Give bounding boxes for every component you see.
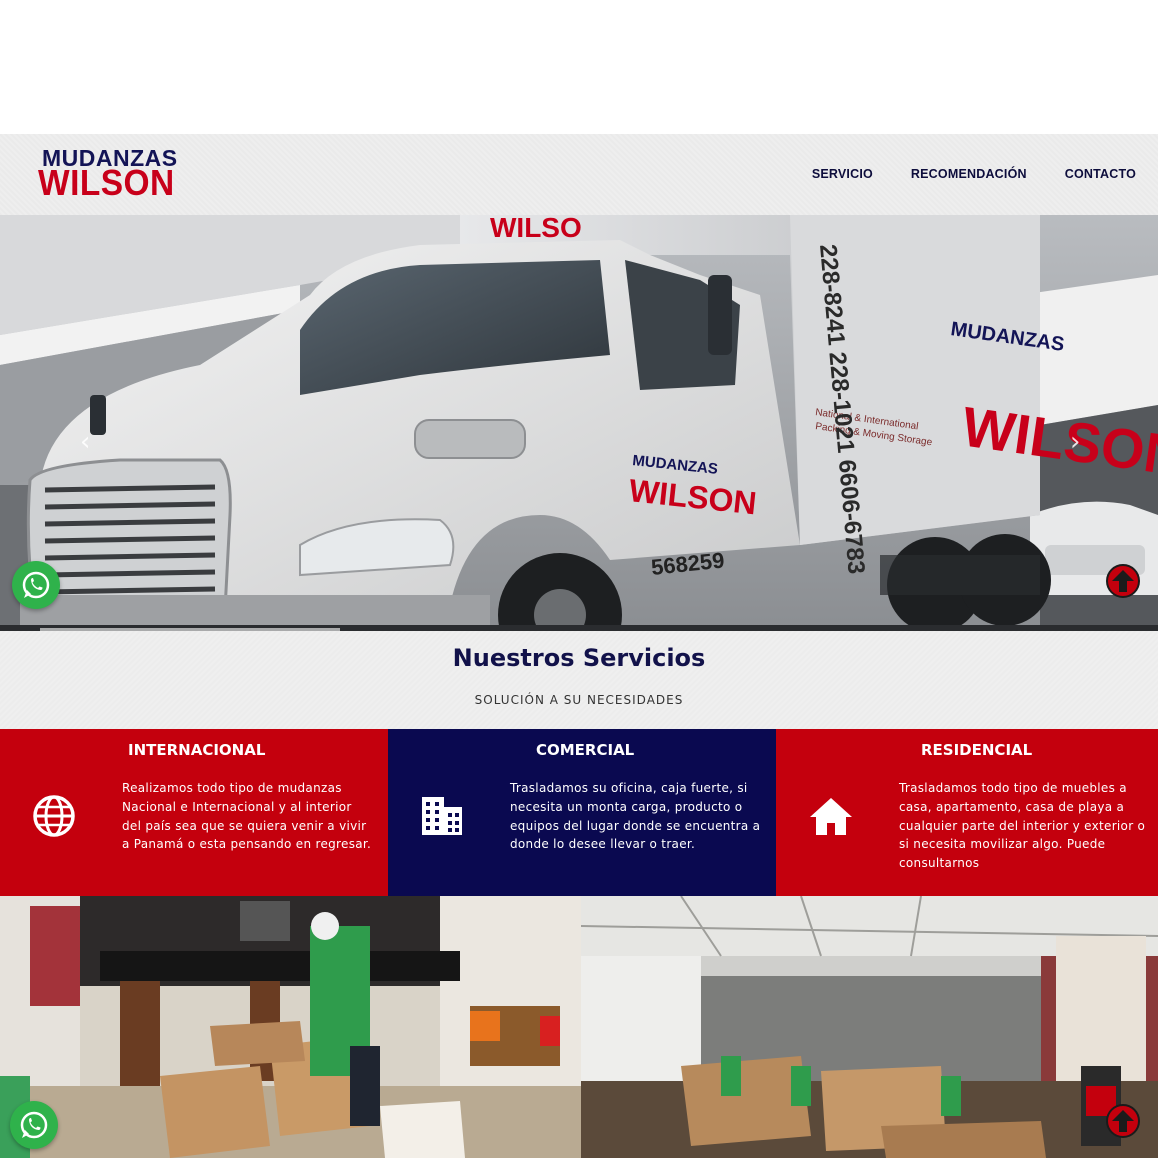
globe-icon: [33, 795, 75, 837]
page: MUDANZAS WILSON SERVICIO RECOMENDACIÓN C…: [0, 0, 1158, 1158]
card-text-line: Trasladamos todo tipo de muebles a: [899, 781, 1127, 795]
service-card-comercial: COMERCIAL Trasladamos su oficina, caja f…: [388, 729, 776, 896]
scroll-top-button-bottom[interactable]: [1106, 1104, 1140, 1138]
logo[interactable]: MUDANZAS WILSON: [38, 146, 208, 202]
services-subtitle: SOLUCIÓN A SU NECESIDADES: [474, 693, 684, 707]
arrow-up-icon: [1112, 1110, 1134, 1132]
whatsapp-icon: [20, 1111, 48, 1139]
card-text-line: cualquier parte del interior y exterior …: [899, 818, 1146, 833]
card-text-line: a Panamá o esta pensando en regresar.: [122, 837, 372, 852]
card-text-line: equipos del lugar donde se encuentra a: [510, 818, 761, 833]
main-nav: SERVICIO RECOMENDACIÓN CONTACTO: [812, 167, 1136, 181]
card-description: Trasladamos todo tipo de muebles a casa,…: [899, 779, 1145, 873]
hero-slider[interactable]: WILSON MUDANZAS National & International…: [0, 215, 1158, 631]
whatsapp-button[interactable]: [12, 561, 60, 609]
logo-bottom-text: WILSON: [38, 162, 175, 203]
svg-text:WILSO: WILSO: [490, 215, 582, 243]
card-text-line: casa, apartamento, casa de playa a: [899, 799, 1125, 814]
arrow-up-icon: [1112, 570, 1134, 592]
scroll-top-button[interactable]: [1106, 564, 1140, 598]
card-text-line: Realizamos todo tipo de mudanzas: [122, 781, 342, 795]
photo-commercial-move: [581, 896, 1158, 1158]
card-description: Realizamos todo tipo de mudanzas Naciona…: [122, 779, 371, 854]
card-text-line: consultarnos: [899, 856, 980, 871]
nav-item-servicio[interactable]: SERVICIO: [812, 167, 873, 181]
card-text-line: del país sea que se quiera venir a vivir: [122, 818, 367, 833]
services-section-header: Nuestros Servicios SOLUCIÓN A SU NECESID…: [0, 631, 1158, 729]
hero-truck-image: WILSON MUDANZAS National & International…: [0, 215, 1158, 631]
site-header: MUDANZAS WILSON SERVICIO RECOMENDACIÓN C…: [0, 134, 1158, 215]
service-card-internacional: INTERNACIONAL Realizamos todo tipo de mu…: [0, 729, 388, 896]
whatsapp-icon: [22, 571, 50, 599]
card-title: COMERCIAL: [536, 741, 635, 759]
card-text-line: necesita un monta carga, producto o: [510, 799, 743, 814]
photo-residential-packing: [0, 896, 581, 1158]
card-text-line: Nacional e Internacional y al interior: [122, 799, 352, 814]
service-card-residencial: RESIDENCIAL Trasladamos todo tipo de mue…: [776, 729, 1158, 896]
card-text-line: si necesita movilizar algo. Puede: [899, 837, 1106, 852]
card-text-line: donde lo desee llevar o traer.: [510, 837, 696, 852]
whatsapp-button-bottom[interactable]: [10, 1101, 58, 1149]
card-description: Trasladamos su oficina, caja fuerte, si …: [510, 779, 760, 854]
card-title: RESIDENCIAL: [921, 741, 1033, 759]
home-icon: [810, 798, 852, 835]
slider-next-icon[interactable]: ›: [1070, 427, 1080, 457]
building-icon: [422, 797, 462, 835]
nav-item-contacto[interactable]: CONTACTO: [1065, 167, 1136, 181]
nav-item-recomendacion[interactable]: RECOMENDACIÓN: [911, 167, 1027, 181]
service-cards: INTERNACIONAL Realizamos todo tipo de mu…: [0, 729, 1158, 896]
services-title: Nuestros Servicios: [452, 644, 706, 672]
top-blank-area: [0, 0, 1158, 134]
slider-prev-icon[interactable]: ‹: [80, 427, 90, 457]
card-title: INTERNACIONAL: [128, 741, 266, 759]
card-text-line: Trasladamos su oficina, caja fuerte, si: [510, 781, 748, 795]
